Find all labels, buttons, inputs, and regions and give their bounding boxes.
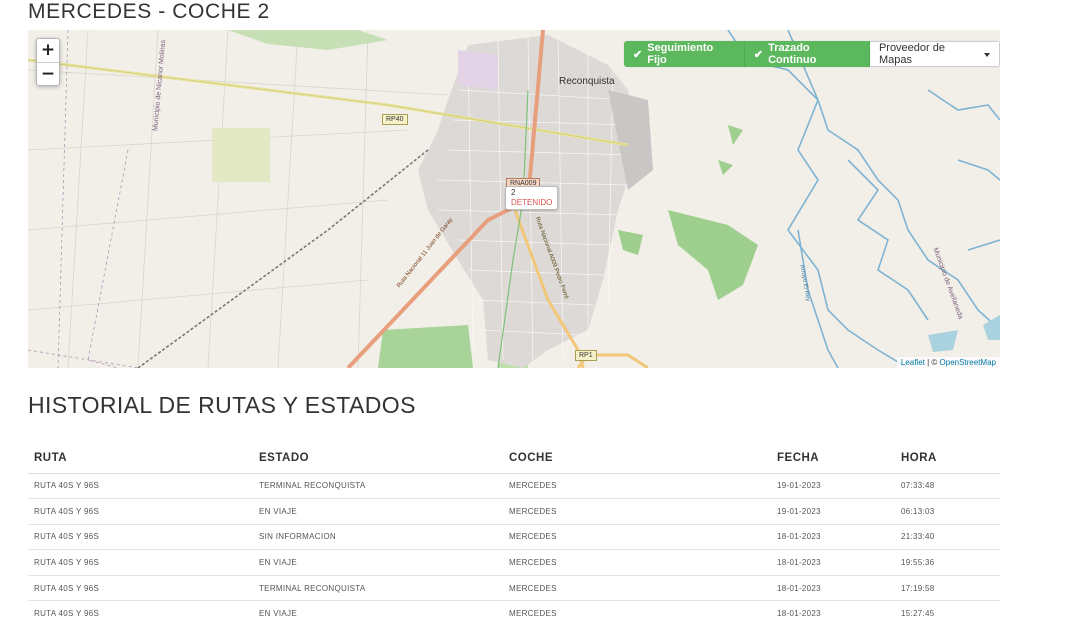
table-row: RUTA 40S Y 96S TERMINAL RECONQUISTA MERC… xyxy=(28,575,1000,602)
cell-ruta: RUTA 40S Y 96S xyxy=(28,575,253,602)
cell-coche: MERCEDES xyxy=(503,473,771,500)
cell-coche: MERCEDES xyxy=(503,575,771,602)
table-row: RUTA 40S Y 96S EN VIAJE MERCEDES 18-01-2… xyxy=(28,549,1000,576)
osm-link[interactable]: OpenStreetMap xyxy=(940,358,996,367)
cell-hora: 06:13:03 xyxy=(895,498,1000,525)
leaflet-link[interactable]: Leaflet xyxy=(901,358,925,367)
road-shield-rp1: RP1 xyxy=(575,350,597,361)
table-header-row: RUTA ESTADO COCHE FECHA HORA xyxy=(28,444,1000,474)
cell-hora: 15:27:45 xyxy=(895,600,1000,624)
table-row: RUTA 40S Y 96S SIN INFORMACION MERCEDES … xyxy=(28,524,1000,551)
cell-fecha: 19-01-2023 xyxy=(771,498,895,525)
trace-toggle-button[interactable]: ✔ Trazado Continuo xyxy=(744,41,870,67)
caret-down-icon xyxy=(983,53,990,57)
cell-estado: EN VIAJE xyxy=(253,498,503,525)
table-row: RUTA 40S Y 96S TERMINAL RECONQUISTA MERC… xyxy=(28,473,1000,500)
cell-ruta: RUTA 40S Y 96S xyxy=(28,549,253,576)
cell-estado: EN VIAJE xyxy=(253,600,503,624)
cell-ruta: RUTA 40S Y 96S xyxy=(28,600,253,624)
check-icon: ✔ xyxy=(633,48,643,61)
column-header-ruta: RUTA xyxy=(28,444,253,474)
cell-hora: 17:19:58 xyxy=(895,575,1000,602)
column-header-estado: ESTADO xyxy=(253,444,503,474)
history-table: RUTA ESTADO COCHE FECHA HORA RUTA 40S Y … xyxy=(28,444,1000,624)
cell-fecha: 18-01-2023 xyxy=(771,575,895,602)
cell-fecha: 18-01-2023 xyxy=(771,524,895,551)
cell-estado: SIN INFORMACION xyxy=(253,524,503,551)
history-title: HISTORIAL DE RUTAS Y ESTADOS xyxy=(28,392,416,418)
attribution-separator: | © xyxy=(924,358,940,367)
cell-fecha: 18-01-2023 xyxy=(771,600,895,624)
cell-coche: MERCEDES xyxy=(503,524,771,551)
vehicle-marker-label[interactable]: 2 DETENIDO xyxy=(505,186,559,210)
trace-label: Trazado Continuo xyxy=(768,42,817,66)
cell-fecha: 18-01-2023 xyxy=(771,549,895,576)
column-header-hora: HORA xyxy=(895,444,1000,474)
cell-coche: MERCEDES xyxy=(503,498,771,525)
cell-fecha: 19-01-2023 xyxy=(771,473,895,500)
column-header-fecha: FECHA xyxy=(771,444,895,474)
cell-coche: MERCEDES xyxy=(503,600,771,624)
table-row: RUTA 40S Y 96S EN VIAJE MERCEDES 18-01-2… xyxy=(28,600,1000,624)
check-icon: ✔ xyxy=(753,48,764,61)
zoom-in-button[interactable]: + xyxy=(37,39,59,62)
page-title: MERCEDES - COCHE 2 xyxy=(28,0,270,23)
cell-coche: MERCEDES xyxy=(503,549,771,576)
map-provider-dropdown[interactable]: Proveedor de Mapas xyxy=(869,41,1000,67)
follow-toggle-button[interactable]: ✔ Seguimiento Fijo xyxy=(624,41,745,67)
map-label-city: Reconquista xyxy=(559,76,615,87)
map-attribution: Leaflet | © OpenStreetMap xyxy=(896,357,1000,368)
table-row: RUTA 40S Y 96S EN VIAJE MERCEDES 19-01-2… xyxy=(28,498,1000,525)
cell-estado: EN VIAJE xyxy=(253,549,503,576)
road-shield-rp40: RP40 xyxy=(382,114,408,125)
map-view[interactable]: Reconquista Municipio de Nicanor Molinas… xyxy=(28,30,1000,368)
cell-ruta: RUTA 40S Y 96S xyxy=(28,473,253,500)
provider-label: Proveedor de Mapas xyxy=(878,42,945,66)
cell-ruta: RUTA 40S Y 96S xyxy=(28,524,253,551)
cell-estado: TERMINAL RECONQUISTA xyxy=(253,473,503,500)
vehicle-status: DETENIDO xyxy=(511,198,553,207)
zoom-control: + − xyxy=(36,38,60,86)
cell-estado: TERMINAL RECONQUISTA xyxy=(253,575,503,602)
vehicle-number: 2 xyxy=(511,188,516,197)
cell-hora: 21:33:40 xyxy=(895,524,1000,551)
map-toolbar: ✔ Seguimiento Fijo ✔ Trazado Continuo Pr… xyxy=(624,41,1000,67)
cell-hora: 19:55:36 xyxy=(895,549,1000,576)
cell-ruta: RUTA 40S Y 96S xyxy=(28,498,253,525)
column-header-coche: COCHE xyxy=(503,444,771,474)
follow-label: Seguimiento Fijo xyxy=(647,42,714,66)
cell-hora: 07:33:48 xyxy=(895,473,1000,500)
zoom-out-button[interactable]: − xyxy=(37,62,59,85)
